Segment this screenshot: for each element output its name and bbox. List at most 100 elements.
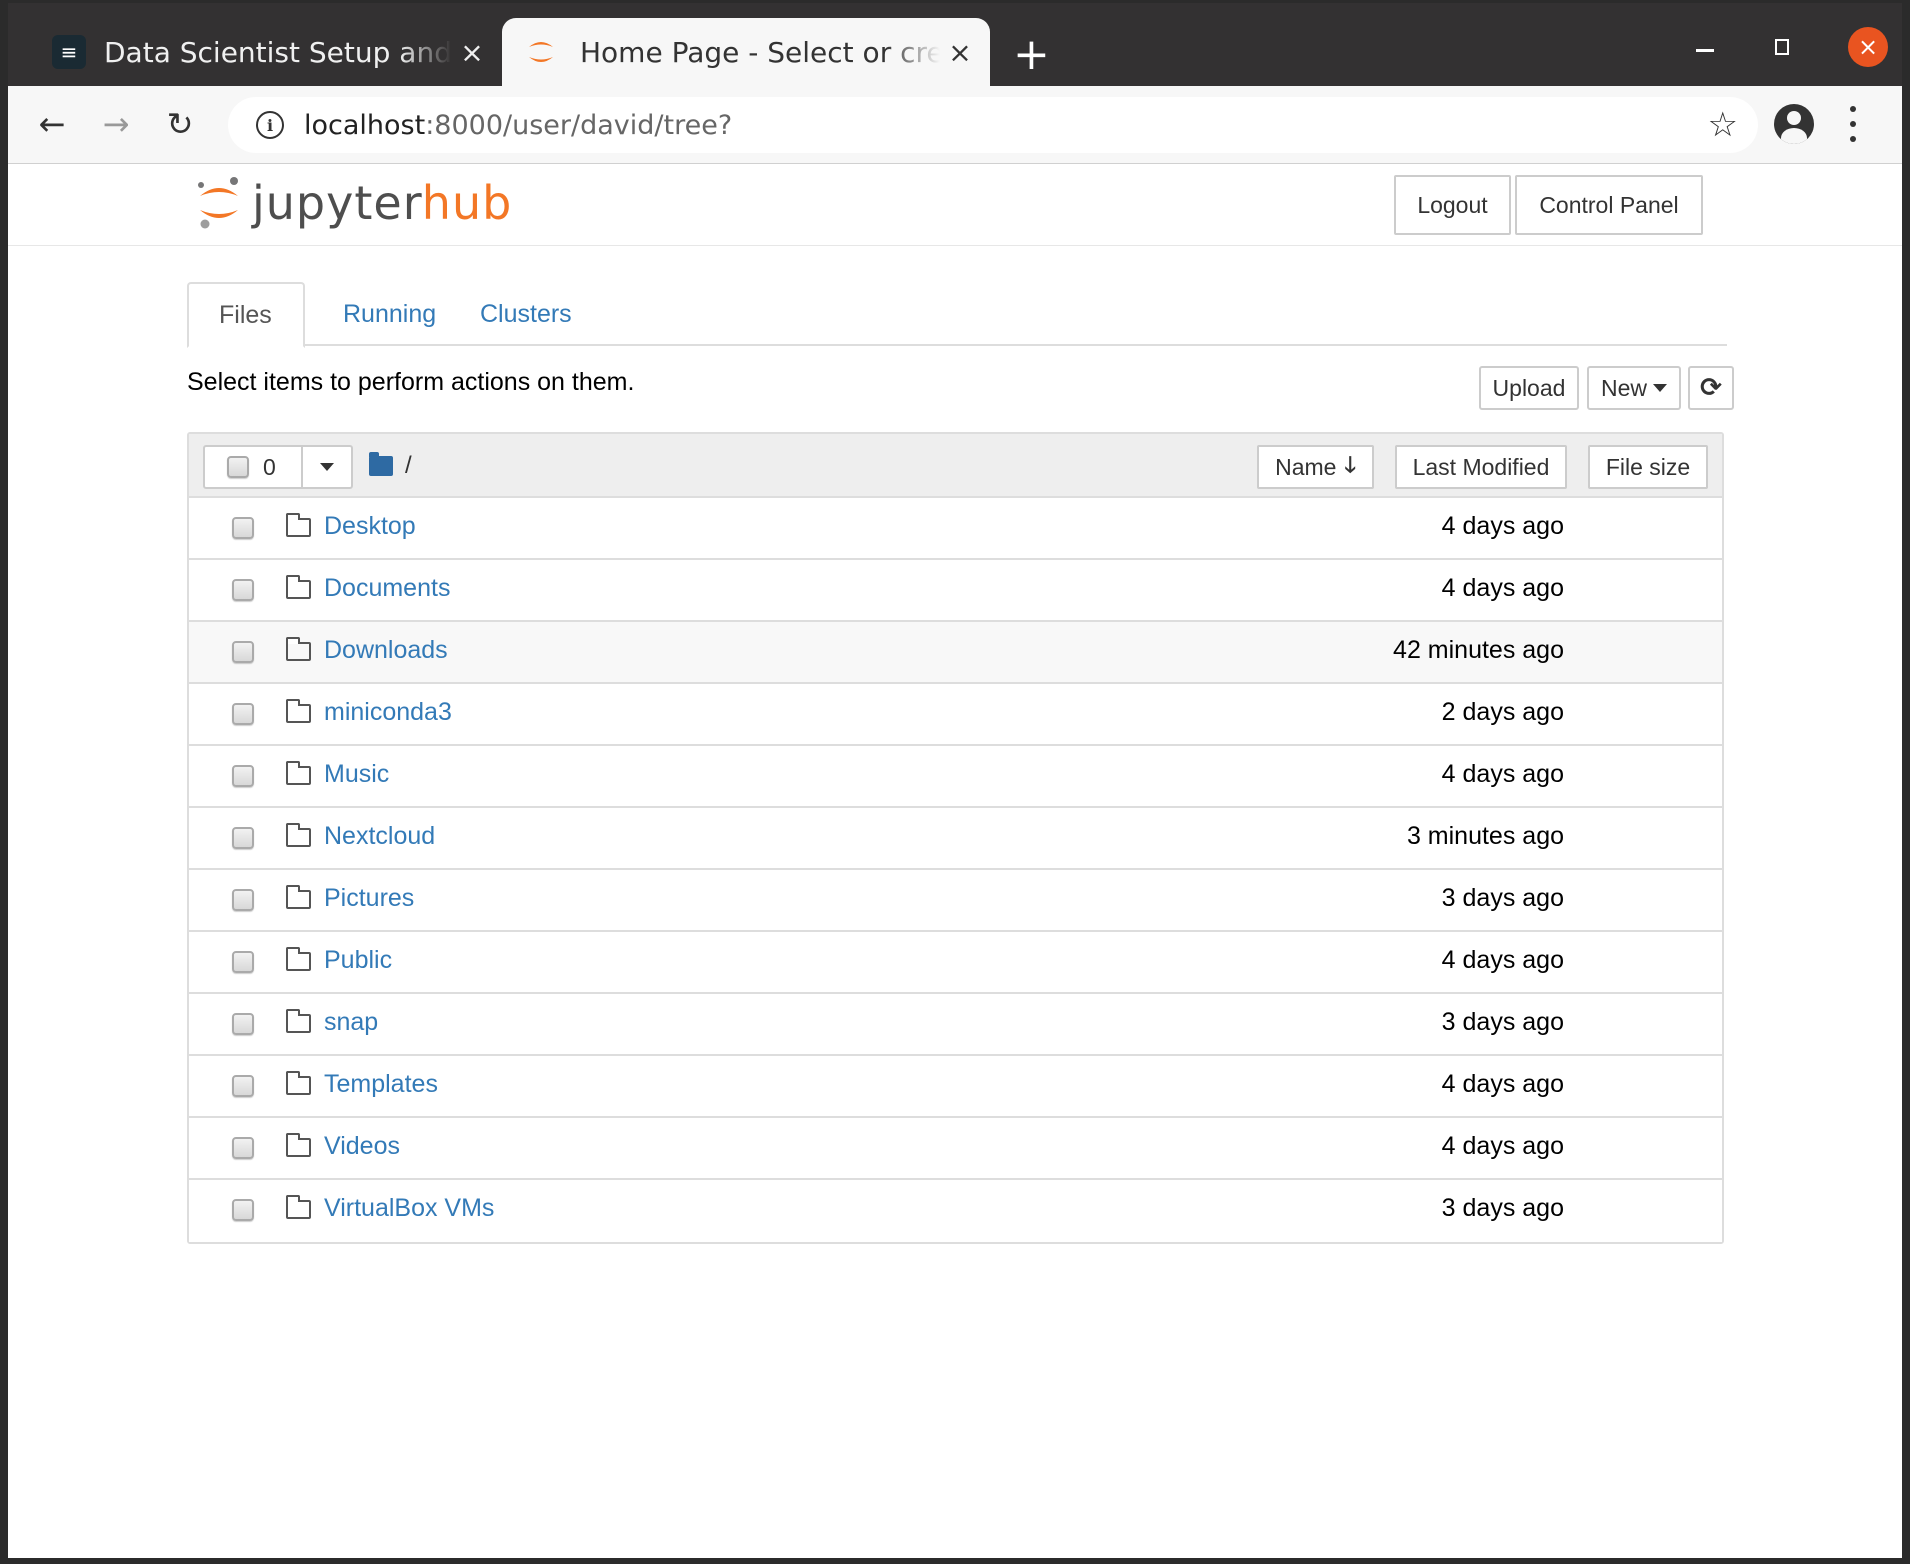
bookmark-star-icon[interactable]: ☆ bbox=[1708, 105, 1738, 145]
item-name-link[interactable]: Templates bbox=[324, 1070, 438, 1099]
row-checkbox[interactable] bbox=[232, 1199, 254, 1221]
browser-window: ≡ Data Scientist Setup and Daily × Home … bbox=[8, 3, 1902, 1558]
file-row[interactable]: VirtualBox VMs 3 days ago bbox=[189, 1180, 1722, 1242]
file-row[interactable]: Music 4 days ago bbox=[189, 746, 1722, 808]
file-row[interactable]: Desktop 4 days ago bbox=[189, 498, 1722, 560]
sort-by-name-button[interactable]: Name 🡓 bbox=[1257, 445, 1374, 489]
new-dropdown-button[interactable]: New bbox=[1587, 366, 1681, 410]
item-modified: 2 days ago bbox=[1441, 698, 1564, 726]
caret-down-icon bbox=[1653, 384, 1667, 392]
folder-icon bbox=[286, 885, 311, 909]
item-name-link[interactable]: Videos bbox=[324, 1132, 400, 1161]
jupyterhub-logo[interactable]: jupyterhub bbox=[196, 176, 512, 230]
file-row[interactable]: Pictures 3 days ago bbox=[189, 870, 1722, 932]
window-close-icon[interactable]: × bbox=[1848, 27, 1888, 67]
item-modified: 4 days ago bbox=[1441, 1070, 1564, 1098]
item-name-link[interactable]: Pictures bbox=[324, 884, 414, 913]
file-list-header: 0 / Name 🡓 Last Modified File size bbox=[189, 434, 1722, 498]
close-tab-icon[interactable]: × bbox=[940, 36, 980, 69]
file-row[interactable]: Downloads 42 minutes ago bbox=[189, 622, 1722, 684]
item-name-link[interactable]: Nextcloud bbox=[324, 822, 435, 851]
sort-by-size-button[interactable]: File size bbox=[1588, 445, 1708, 489]
file-rows: Desktop 4 days ago Documents 4 days ago Do… bbox=[189, 498, 1722, 1242]
row-checkbox[interactable] bbox=[232, 641, 254, 663]
control-panel-button[interactable]: Control Panel bbox=[1515, 175, 1703, 235]
row-checkbox[interactable] bbox=[232, 765, 254, 787]
tab-title: Data Scientist Setup and Daily bbox=[104, 35, 452, 69]
row-checkbox[interactable] bbox=[232, 703, 254, 725]
file-row[interactable]: miniconda3 2 days ago bbox=[189, 684, 1722, 746]
item-name-link[interactable]: snap bbox=[324, 1008, 378, 1037]
select-all-group: 0 bbox=[203, 445, 353, 489]
main-container: Files Running Clusters Select items to p… bbox=[187, 282, 1734, 1244]
folder-icon bbox=[286, 513, 311, 537]
item-name-link[interactable]: Public bbox=[324, 946, 392, 975]
browser-toolbar: ← → ↻ i localhost:8000/user/david/tree? … bbox=[8, 86, 1902, 164]
file-list: 0 / Name 🡓 Last Modified File size Deskto… bbox=[187, 432, 1724, 1244]
folder-icon bbox=[286, 761, 311, 785]
item-name-link[interactable]: miniconda3 bbox=[324, 698, 452, 727]
file-row[interactable]: Public 4 days ago bbox=[189, 932, 1722, 994]
row-checkbox[interactable] bbox=[232, 1075, 254, 1097]
jupyter-icon bbox=[524, 35, 558, 69]
upload-button[interactable]: Upload bbox=[1479, 366, 1579, 410]
file-row[interactable]: Videos 4 days ago bbox=[189, 1118, 1722, 1180]
row-checkbox[interactable] bbox=[232, 951, 254, 973]
forward-arrow-icon[interactable]: → bbox=[96, 104, 136, 144]
file-row[interactable]: Documents 4 days ago bbox=[189, 560, 1722, 622]
browser-tab-inactive[interactable]: ≡ Data Scientist Setup and Daily × bbox=[32, 18, 502, 86]
item-modified: 3 days ago bbox=[1441, 1008, 1564, 1036]
folder-icon bbox=[286, 1133, 311, 1157]
row-checkbox[interactable] bbox=[232, 827, 254, 849]
item-name-link[interactable]: Desktop bbox=[324, 512, 416, 541]
browser-tab-active[interactable]: Home Page - Select or create a notebook … bbox=[502, 18, 990, 86]
selection-dropdown[interactable] bbox=[303, 447, 351, 487]
logout-button[interactable]: Logout bbox=[1394, 175, 1511, 235]
row-checkbox[interactable] bbox=[232, 1013, 254, 1035]
row-checkbox[interactable] bbox=[232, 1137, 254, 1159]
profile-avatar-icon[interactable] bbox=[1774, 104, 1814, 144]
reload-icon[interactable]: ↻ bbox=[160, 104, 200, 144]
folder-icon bbox=[286, 575, 311, 599]
new-tab-button[interactable]: + bbox=[1013, 25, 1050, 85]
url-host: localhost bbox=[304, 109, 426, 141]
folder-icon bbox=[286, 1071, 311, 1095]
item-modified: 4 days ago bbox=[1441, 1132, 1564, 1160]
folder-icon bbox=[286, 1195, 311, 1219]
minimize-icon[interactable] bbox=[1696, 49, 1714, 52]
back-arrow-icon[interactable]: ← bbox=[32, 104, 72, 144]
tab-clusters[interactable]: Clusters bbox=[450, 282, 602, 346]
folder-solid-icon[interactable] bbox=[369, 452, 393, 476]
row-checkbox[interactable] bbox=[232, 579, 254, 601]
item-name-link[interactable]: Music bbox=[324, 760, 389, 789]
maximize-icon[interactable] bbox=[1775, 39, 1789, 55]
row-checkbox[interactable] bbox=[232, 517, 254, 539]
site-header: jupyterhub Logout Control Panel bbox=[8, 164, 1902, 246]
select-all-toggle[interactable]: 0 bbox=[205, 447, 303, 487]
item-modified: 42 minutes ago bbox=[1393, 636, 1564, 664]
item-name-link[interactable]: Documents bbox=[324, 574, 450, 603]
tab-files[interactable]: Files bbox=[187, 282, 305, 348]
close-tab-icon[interactable]: × bbox=[452, 36, 492, 69]
file-row[interactable]: Templates 4 days ago bbox=[189, 1056, 1722, 1118]
breadcrumb-root[interactable]: / bbox=[405, 452, 412, 480]
item-modified: 3 days ago bbox=[1441, 1194, 1564, 1222]
url-text[interactable]: localhost:8000/user/david/tree? bbox=[304, 110, 732, 141]
select-all-checkbox[interactable] bbox=[227, 456, 249, 478]
logo-jupyter: jupyter bbox=[252, 176, 422, 230]
item-name-link[interactable]: Downloads bbox=[324, 636, 448, 665]
address-bar[interactable]: i localhost:8000/user/david/tree? ☆ bbox=[228, 97, 1758, 153]
item-name-link[interactable]: VirtualBox VMs bbox=[324, 1194, 494, 1223]
sort-by-modified-button[interactable]: Last Modified bbox=[1395, 445, 1567, 489]
file-row[interactable]: Nextcloud 3 minutes ago bbox=[189, 808, 1722, 870]
tab-running[interactable]: Running bbox=[313, 282, 466, 346]
refresh-icon[interactable]: ⟳ bbox=[1688, 366, 1734, 410]
breadcrumb: / bbox=[369, 446, 412, 486]
logo-hub: hub bbox=[421, 176, 513, 230]
url-path: :8000/user/david/tree? bbox=[425, 109, 733, 141]
info-icon[interactable]: i bbox=[256, 111, 284, 139]
file-row[interactable]: snap 3 days ago bbox=[189, 994, 1722, 1056]
folder-icon bbox=[286, 637, 311, 661]
row-checkbox[interactable] bbox=[232, 889, 254, 911]
browser-menu-icon[interactable] bbox=[1848, 106, 1858, 142]
